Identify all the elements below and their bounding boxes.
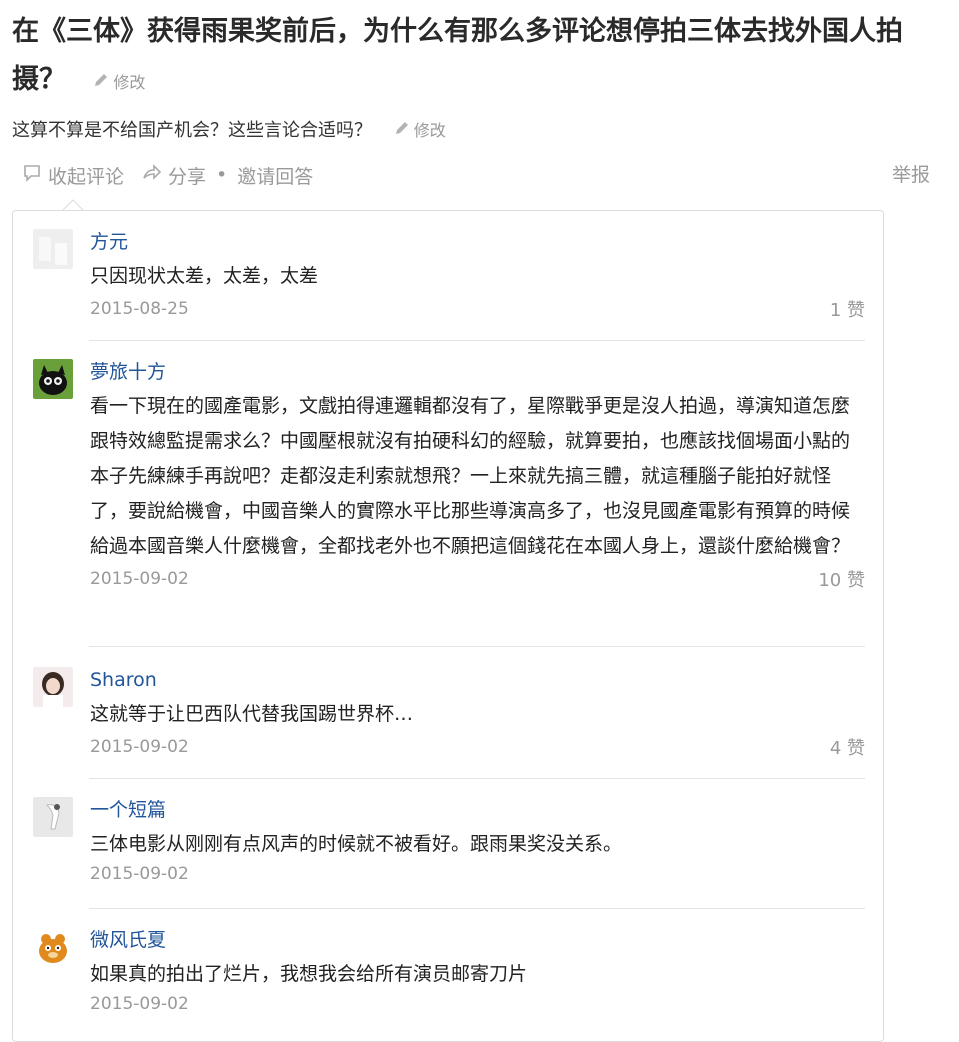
detail-edit-link[interactable]: 修改 xyxy=(394,116,446,146)
comment-likes[interactable]: 4 赞 xyxy=(830,734,865,760)
pencil-icon xyxy=(93,59,109,107)
comment-text: 只因现状太差，太差，太差 xyxy=(90,265,319,287)
comment-author[interactable]: 一个短篇 xyxy=(90,797,865,823)
comment-item: 微风氏夏 如果真的拍出了烂片，我想我会给所有演员邮寄刀片 2015-09-02 xyxy=(33,927,865,1039)
comment-item: Sharon 这就等于让巴西队代替我国踢世界杯… 2015-09-02 4 赞 xyxy=(33,667,865,779)
comment-text: 如果真的拍出了烂片，我想我会给所有演员邮寄刀片 xyxy=(90,963,528,985)
question-detail-text: 这算不算是不给国产机会？这些言论合适吗？ xyxy=(12,120,372,141)
pencil-icon xyxy=(394,116,410,146)
share-button[interactable]: 分享 xyxy=(142,162,206,189)
comment-date: 2015-09-02 xyxy=(90,569,189,589)
comment-icon xyxy=(22,163,42,188)
share-icon xyxy=(142,163,162,188)
question-header: 在《三体》获得雨果奖前后，为什么有那么多评论想停拍三体去找外国人拍摄？ 修改 xyxy=(12,8,942,107)
comment-date: 2015-09-02 xyxy=(90,994,189,1014)
comment-item: 方元 只因现状太差，太差，太差 2015-08-25 1 赞 xyxy=(33,229,865,341)
question-detail: 这算不算是不给国产机会？这些言论合适吗？ 修改 xyxy=(12,116,446,146)
comment-text: 这就等于让巴西队代替我国踢世界杯… xyxy=(90,703,414,725)
invite-answer-label: 邀请回答 xyxy=(237,165,314,188)
comment-date: 2015-09-02 xyxy=(90,737,189,757)
comment-item: 一个短篇 三体电影从刚刚有点风声的时候就不被看好。跟雨果奖没关系。 2015-0… xyxy=(33,797,865,909)
comment-divider xyxy=(89,646,865,647)
avatar[interactable] xyxy=(33,667,73,707)
comment-divider xyxy=(89,908,865,909)
comment-author[interactable]: Sharon xyxy=(90,667,865,693)
comment-author[interactable]: 微风氏夏 xyxy=(90,927,865,953)
avatar[interactable] xyxy=(33,359,73,399)
collapse-comments-label: 收起评论 xyxy=(48,165,125,188)
avatar[interactable] xyxy=(33,229,73,269)
comment-item: 夢旅十方 看一下現在的國產電影，文戲拍得連邏輯都沒有了，星際戰爭更是沒人拍過，導… xyxy=(33,359,865,647)
comment-date: 2015-08-25 xyxy=(90,299,189,319)
collapse-comments-button[interactable]: 收起评论 xyxy=(22,162,124,189)
report-button[interactable]: 举报 xyxy=(886,160,930,198)
title-edit-link[interactable]: 修改 xyxy=(93,59,145,107)
comment-author[interactable]: 夢旅十方 xyxy=(90,359,865,385)
comment-date: 2015-09-02 xyxy=(90,864,189,884)
avatar[interactable] xyxy=(33,927,73,967)
comment-text: 看一下現在的國產電影，文戲拍得連邏輯都沒有了，星際戰爭更是沒人拍過，導演知道怎麼… xyxy=(90,395,851,557)
avatar[interactable] xyxy=(33,797,73,837)
comments-panel: 方元 只因现状太差，太差，太差 2015-08-25 1 赞 夢旅十方 看一下現… xyxy=(12,210,884,1042)
question-title-text: 在《三体》获得雨果奖前后，为什么有那么多评论想停拍三体去找外国人拍摄？ xyxy=(12,16,903,95)
share-label: 分享 xyxy=(168,165,207,188)
meta-separator: • xyxy=(216,164,228,186)
question-meta-bar: 收起评论 分享 • 邀请回答 举报 xyxy=(22,160,952,198)
comment-divider xyxy=(89,340,865,341)
comment-author[interactable]: 方元 xyxy=(90,229,865,255)
comment-likes[interactable]: 10 赞 xyxy=(818,566,865,592)
report-label: 举报 xyxy=(891,164,930,186)
comment-divider xyxy=(89,778,865,779)
invite-answer-button[interactable]: 邀请回答 xyxy=(237,162,313,189)
title-edit-label: 修改 xyxy=(113,73,146,92)
detail-edit-label: 修改 xyxy=(413,121,446,140)
comment-likes[interactable]: 1 赞 xyxy=(830,296,865,322)
comment-text: 三体电影从刚刚有点风声的时候就不被看好。跟雨果奖没关系。 xyxy=(90,833,623,855)
question-title: 在《三体》获得雨果奖前后，为什么有那么多评论想停拍三体去找外国人拍摄？ 修改 xyxy=(12,8,942,107)
